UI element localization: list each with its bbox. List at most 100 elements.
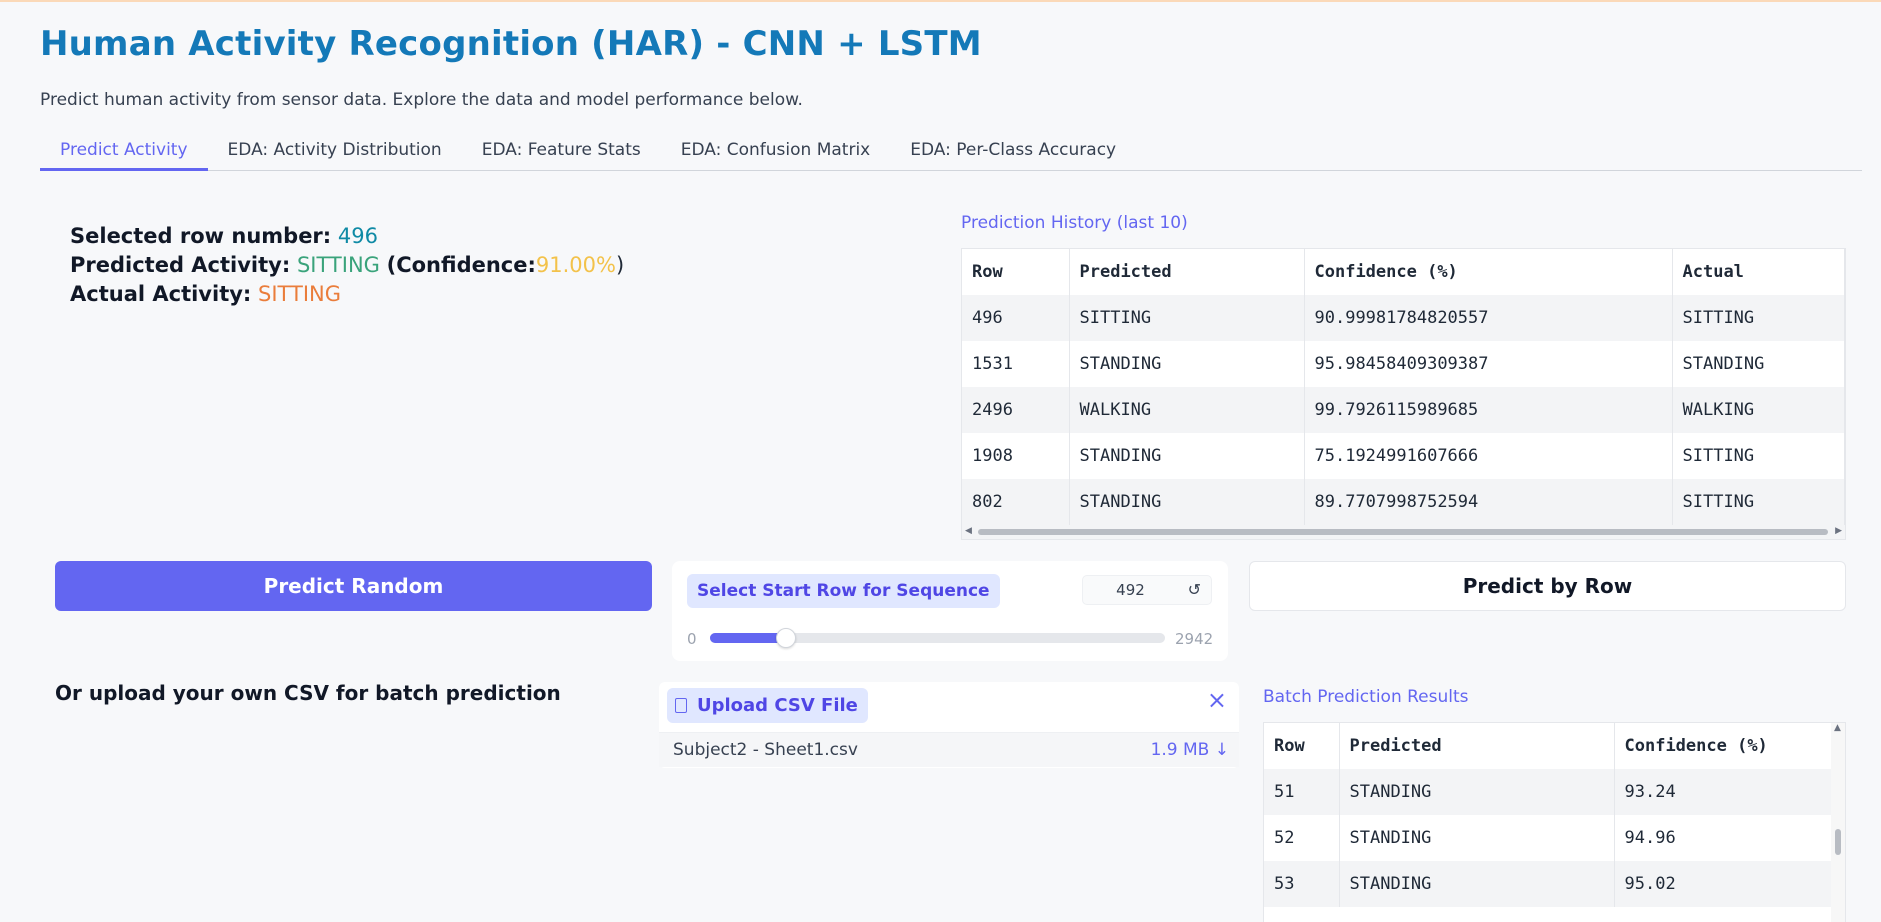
cell-confidence: 95.02 <box>1614 861 1845 907</box>
tab-activity-distribution[interactable]: EDA: Activity Distribution <box>208 134 462 171</box>
row-number-input[interactable] <box>1083 576 1178 604</box>
batch-table-container[interactable]: Row Predicted Confidence (%) 51 STANDING… <box>1263 722 1846 922</box>
cell-row: 2496 <box>962 387 1070 433</box>
slider-fill <box>710 633 787 643</box>
page-title: Human Activity Recognition (HAR) - CNN +… <box>40 24 982 64</box>
cell-row: 1531 <box>962 341 1070 387</box>
table-row: 802 STANDING 89.7707998752594 SITTING <box>962 479 1845 525</box>
batch-col-predicted[interactable]: Predicted <box>1339 723 1615 769</box>
history-col-row[interactable]: Row <box>962 249 1070 295</box>
uploaded-file-row: Subject2 - Sheet1.csv 1.9 MB ↓ <box>659 732 1239 767</box>
file-upload-card: Upload CSV File × Subject2 - Sheet1.csv … <box>659 682 1239 768</box>
actual-activity-line: Actual Activity: SITTING <box>70 280 624 309</box>
cell-predicted: STANDING <box>1339 769 1615 815</box>
row-slider-card: Select Start Row for Sequence ↺ 0 2942 <box>672 561 1228 661</box>
cell-actual: SITTING <box>1672 479 1845 525</box>
batch-header-row: Row Predicted Confidence (%) <box>1264 723 1845 769</box>
row-number-box: ↺ <box>1082 575 1212 605</box>
cell-row: 496 <box>962 295 1070 341</box>
cell-row: 1908 <box>962 433 1070 479</box>
history-col-confidence[interactable]: Confidence (%) <box>1304 249 1673 295</box>
cell-predicted: STANDING <box>1069 479 1305 525</box>
upload-heading: Or upload your own CSV for batch predict… <box>55 681 561 705</box>
tab-feature-stats[interactable]: EDA: Feature Stats <box>462 134 661 171</box>
cell-row: 53 <box>1264 861 1340 907</box>
history-table: Row Predicted Confidence (%) Actual 496 … <box>962 249 1845 525</box>
table-row: 1908 STANDING 75.1924991607666 SITTING <box>962 433 1845 479</box>
cell-row: 51 <box>1264 769 1340 815</box>
table-row: 53 STANDING 95.02 <box>1264 861 1845 907</box>
table-row: 1531 STANDING 95.98458409309387 STANDING <box>962 341 1845 387</box>
scrollbar-thumb[interactable] <box>978 529 1828 535</box>
cell-row: 802 <box>962 479 1070 525</box>
history-header-row: Row Predicted Confidence (%) Actual <box>962 249 1845 295</box>
prediction-result: Selected row number: 496 Predicted Activ… <box>70 222 624 309</box>
cell-confidence: 90.99981784820557 <box>1304 295 1673 341</box>
cell-predicted: SITTING <box>1069 295 1305 341</box>
history-col-actual[interactable]: Actual <box>1672 249 1845 295</box>
confidence-label: (Confidence: <box>386 253 536 277</box>
scroll-left-arrow-icon[interactable]: ◀ <box>965 526 972 536</box>
tab-bar: Predict Activity EDA: Activity Distribut… <box>40 134 1862 171</box>
tab-per-class-accuracy[interactable]: EDA: Per-Class Accuracy <box>890 134 1136 171</box>
cell-confidence: 99.7926115989685 <box>1304 387 1673 433</box>
cell-row: 52 <box>1264 815 1340 861</box>
row-slider[interactable] <box>710 628 1165 648</box>
table-row: 2496 WALKING 99.7926115989685 WALKING <box>962 387 1845 433</box>
scroll-right-arrow-icon[interactable]: ▶ <box>1835 526 1842 536</box>
selected-row-line: Selected row number: 496 <box>70 222 624 251</box>
horizontal-scrollbar[interactable]: ◀ ▶ <box>962 525 1845 539</box>
upload-csv-label[interactable]: Upload CSV File <box>667 688 868 723</box>
scroll-up-arrow-icon[interactable]: ▲ <box>1834 723 1841 733</box>
batch-table: Row Predicted Confidence (%) 51 STANDING… <box>1264 723 1845 907</box>
slider-label: Select Start Row for Sequence <box>687 574 1000 608</box>
table-row: 52 STANDING 94.96 <box>1264 815 1845 861</box>
page-subtitle: Predict human activity from sensor data.… <box>40 90 803 110</box>
vertical-scrollbar[interactable]: ▲ <box>1831 723 1845 922</box>
file-name: Subject2 - Sheet1.csv <box>673 740 858 760</box>
slider-max-label: 2942 <box>1175 630 1214 648</box>
slider-min-label: 0 <box>687 630 697 648</box>
predicted-activity-line: Predicted Activity: SITTING (Confidence:… <box>70 251 624 280</box>
cell-predicted: STANDING <box>1339 815 1615 861</box>
batch-results-label: Batch Prediction Results <box>1263 687 1469 707</box>
table-row: 51 STANDING 93.24 <box>1264 769 1845 815</box>
history-col-predicted[interactable]: Predicted <box>1069 249 1305 295</box>
scrollbar-thumb[interactable] <box>1835 829 1841 855</box>
actual-activity-label: Actual Activity: <box>70 282 252 306</box>
file-download-link[interactable]: 1.9 MB ↓ <box>1151 740 1229 760</box>
cell-predicted: STANDING <box>1339 861 1615 907</box>
cell-confidence: 94.96 <box>1614 815 1845 861</box>
predict-random-button[interactable]: Predict Random <box>55 561 652 611</box>
cell-confidence: 93.24 <box>1614 769 1845 815</box>
cell-actual: STANDING <box>1672 341 1845 387</box>
batch-col-confidence[interactable]: Confidence (%) <box>1614 723 1845 769</box>
cell-confidence: 95.98458409309387 <box>1304 341 1673 387</box>
confidence-close: ) <box>615 253 625 277</box>
cell-predicted: STANDING <box>1069 341 1305 387</box>
cell-actual: SITTING <box>1672 433 1845 479</box>
confidence-value: 91.00% <box>535 253 616 277</box>
close-icon[interactable]: × <box>1207 688 1227 712</box>
history-table-container[interactable]: Row Predicted Confidence (%) Actual 496 … <box>961 248 1846 540</box>
predict-by-row-button[interactable]: Predict by Row <box>1249 561 1846 611</box>
cell-predicted: WALKING <box>1069 387 1305 433</box>
table-row: 496 SITTING 90.99981784820557 SITTING <box>962 295 1845 341</box>
cell-confidence: 89.7707998752594 <box>1304 479 1673 525</box>
upload-csv-text: Upload CSV File <box>697 695 858 716</box>
selected-row-value: 496 <box>337 224 378 248</box>
tab-confusion-matrix[interactable]: EDA: Confusion Matrix <box>661 134 890 171</box>
actual-activity-value: SITTING <box>258 282 342 306</box>
cell-predicted: STANDING <box>1069 433 1305 479</box>
slider-handle[interactable] <box>776 628 797 648</box>
selected-row-label: Selected row number: <box>70 224 332 248</box>
predicted-activity-value: SITTING <box>296 253 380 277</box>
predicted-activity-label: Predicted Activity: <box>70 253 291 277</box>
history-label: Prediction History (last 10) <box>961 213 1188 233</box>
reset-icon[interactable]: ↺ <box>1188 580 1201 599</box>
cell-actual: WALKING <box>1672 387 1845 433</box>
tab-predict-activity[interactable]: Predict Activity <box>40 134 208 171</box>
batch-col-row[interactable]: Row <box>1264 723 1340 769</box>
file-icon <box>675 698 687 713</box>
cell-confidence: 75.1924991607666 <box>1304 433 1673 479</box>
